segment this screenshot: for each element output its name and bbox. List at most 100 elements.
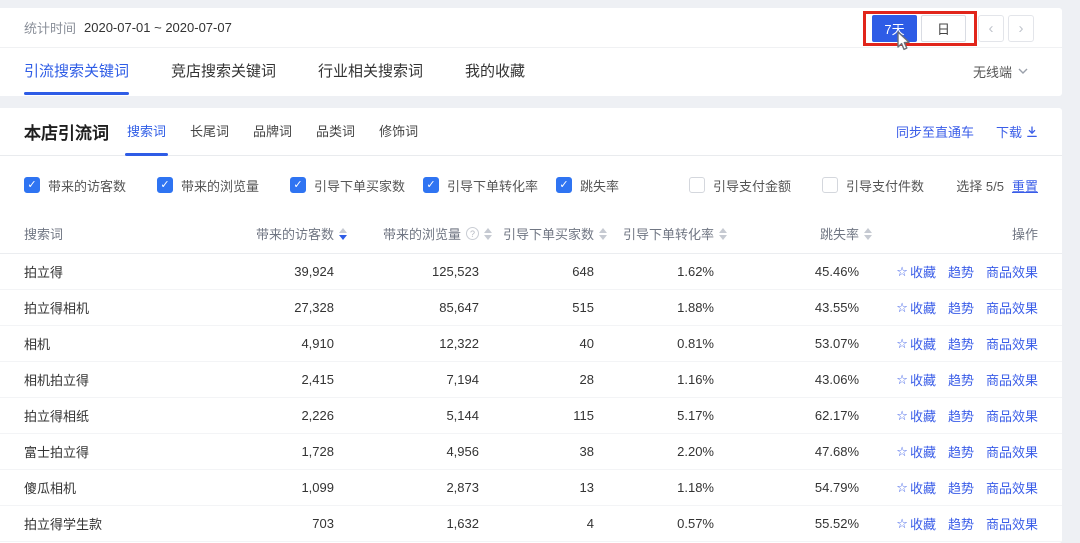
subtab-4[interactable]: 修饰词 [379,108,418,156]
row-action-2-link[interactable]: 商品效果 [986,406,1038,425]
metric-checkbox-5[interactable]: 引导支付金额 [689,176,822,195]
row-action-0-link[interactable]: ☆ 收藏 [896,298,936,317]
row-action-label: 趋势 [947,481,974,496]
star-icon: ☆ [896,515,908,531]
star-icon: ☆ [896,407,908,423]
row-actions-cell: ☆ 收藏 趋势 商品效果 [859,334,1038,353]
checkbox-checked-icon[interactable]: ✓ [157,177,173,193]
row-action-2-link[interactable]: 商品效果 [986,334,1038,353]
download-link[interactable]: 下载 [996,122,1038,141]
column-header-bounce[interactable]: 跳失率 [714,224,872,243]
date-range-value: 2020-07-01 ~ 2020-07-07 [84,20,232,35]
metric-checkbox-label: 跳失率 [580,178,620,194]
row-action-0-link[interactable]: ☆ 收藏 [896,478,936,497]
table-row: 拍立得相机 27,328 85,647 515 1.88% 43.55% ☆ 收藏 趋势 商品效果 [0,290,1062,326]
subtab-0[interactable]: 搜索词 [124,108,169,156]
row-action-1-link[interactable]: 趋势 [948,334,974,353]
visitors-cell: 4,910 [301,336,334,351]
nav-tab-0[interactable]: 引流搜索关键词 [24,48,130,95]
row-action-1-link[interactable]: 趋势 [948,442,974,461]
row-action-0-link[interactable]: ☆ 收藏 [896,334,936,353]
next-period-button[interactable]: › [1008,15,1034,42]
column-header-actions: 操作 [859,224,1038,243]
metric-checkbox-label: 引导支付金额 [713,178,792,194]
row-action-2-link[interactable]: 商品效果 [986,298,1038,317]
row-action-label: 收藏 [909,445,936,460]
row-action-0-link[interactable]: ☆ 收藏 [896,406,936,425]
row-action-0-link[interactable]: ☆ 收藏 [896,514,936,533]
checkbox-checked-icon[interactable]: ✓ [24,177,40,193]
row-action-0-link[interactable]: ☆ 收藏 [896,442,936,461]
subtab-2[interactable]: 品牌词 [253,108,292,156]
buyers-cell: 4 [586,516,594,531]
column-header-buyers[interactable]: 引导下单买家数 [479,224,607,243]
row-actions-cell: ☆ 收藏 趋势 商品效果 [859,514,1038,533]
nav-tab-1[interactable]: 竞店搜索关键词 [171,48,276,95]
row-action-0-link[interactable]: ☆ 收藏 [896,262,936,281]
row-action-2-link[interactable]: 商品效果 [986,478,1038,497]
section-title: 本店引流词 [24,124,109,143]
conversion-cell: 5.17% [677,408,714,423]
visitors-cell: 703 [312,516,334,531]
buyers-cell: 28 [579,372,594,387]
metric-checkbox-label: 带来的浏览量 [181,178,260,194]
row-action-1-link[interactable]: 趋势 [948,478,974,497]
prev-period-button[interactable]: ‹ [978,15,1004,42]
metric-checkbox-label: 带来的访客数 [48,178,127,194]
column-header-label: 引导下单买家数 [502,227,594,242]
checkbox-checked-icon[interactable]: ✓ [290,177,306,193]
row-actions-cell: ☆ 收藏 趋势 商品效果 [859,478,1038,497]
column-header-visitors[interactable]: 带来的访客数 [214,224,347,243]
metric-checkbox-4[interactable]: ✓ 跳失率 [556,176,689,195]
row-action-2-link[interactable]: 商品效果 [986,370,1038,389]
row-action-1-link[interactable]: 趋势 [948,262,974,281]
column-header-label: 带来的浏览量 [382,227,461,242]
row-action-1-link[interactable]: 趋势 [948,298,974,317]
row-action-2-link[interactable]: 商品效果 [986,514,1038,533]
checkbox-checked-icon[interactable]: ✓ [423,177,439,193]
checkbox-unchecked-icon[interactable] [689,177,705,193]
checkbox-checked-icon[interactable]: ✓ [556,177,572,193]
metric-checkbox-6[interactable]: 引导支付件数 [822,176,955,195]
row-actions-cell: ☆ 收藏 趋势 商品效果 [859,442,1038,461]
cursor-icon [897,31,910,51]
subtab-3[interactable]: 品类词 [316,108,355,156]
checkbox-unchecked-icon[interactable] [822,177,838,193]
period-day-button[interactable]: 日 [921,15,966,42]
row-action-0-link[interactable]: ☆ 收藏 [896,370,936,389]
row-action-label: 商品效果 [985,445,1038,460]
selection-count-label: 选择 5/5 [956,178,1004,194]
subtab-1[interactable]: 长尾词 [190,108,229,156]
section-links: 同步至直通车 下载 [896,122,1038,141]
row-action-1-link[interactable]: 趋势 [948,370,974,389]
channel-label: 无线端 [972,65,1012,80]
nav-tab-3[interactable]: 我的收藏 [465,48,525,95]
buyers-cell: 13 [579,480,594,495]
row-action-label: 收藏 [909,373,936,388]
views-cell: 1,632 [446,516,479,531]
column-header-conversion[interactable]: 引导下单转化率 [594,224,727,243]
metric-checkbox-2[interactable]: ✓ 引导下单买家数 [290,176,423,195]
row-action-label: 收藏 [909,337,936,352]
metric-checkbox-0[interactable]: ✓ 带来的访客数 [24,176,157,195]
metric-checkbox-1[interactable]: ✓ 带来的浏览量 [157,176,290,195]
row-action-1-link[interactable]: 趋势 [948,406,974,425]
star-icon: ☆ [896,479,908,495]
buyers-cell: 40 [579,336,594,351]
row-action-2-link[interactable]: 商品效果 [986,262,1038,281]
row-action-2-link[interactable]: 商品效果 [986,442,1038,461]
visitors-cell: 2,226 [301,408,334,423]
column-header-views[interactable]: 带来的浏览量? [334,224,492,243]
sync-to-ztc-link[interactable]: 同步至直通车 [896,122,974,141]
filter-selection: 选择 5/5 重置 [956,176,1038,195]
metric-checkbox-3[interactable]: ✓ 引导下单转化率 [423,176,556,195]
channel-selector[interactable]: 无线端 [973,62,1028,81]
nav-tab-2[interactable]: 行业相关搜索词 [318,48,423,95]
buyers-cell: 115 [573,408,594,423]
row-actions-cell: ☆ 收藏 趋势 商品效果 [859,262,1038,281]
row-action-1-link[interactable]: 趋势 [948,514,974,533]
visitors-cell: 39,924 [294,264,334,279]
views-cell: 85,647 [439,300,479,315]
info-icon[interactable]: ? [466,227,479,240]
reset-link[interactable]: 重置 [1012,176,1038,195]
